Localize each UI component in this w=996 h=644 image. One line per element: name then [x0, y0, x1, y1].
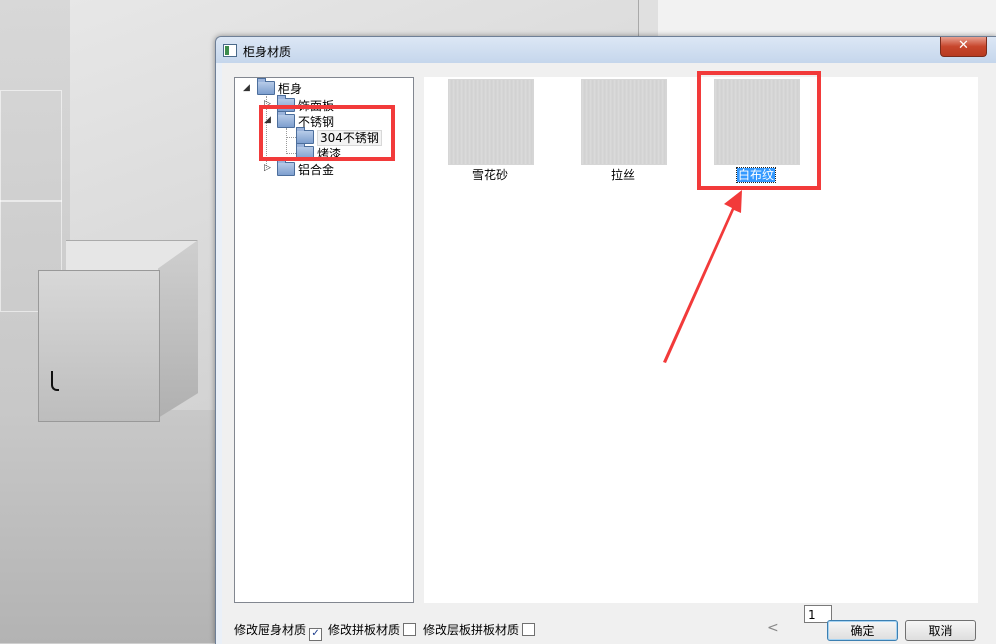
annotation-arrow-icon — [663, 190, 742, 363]
